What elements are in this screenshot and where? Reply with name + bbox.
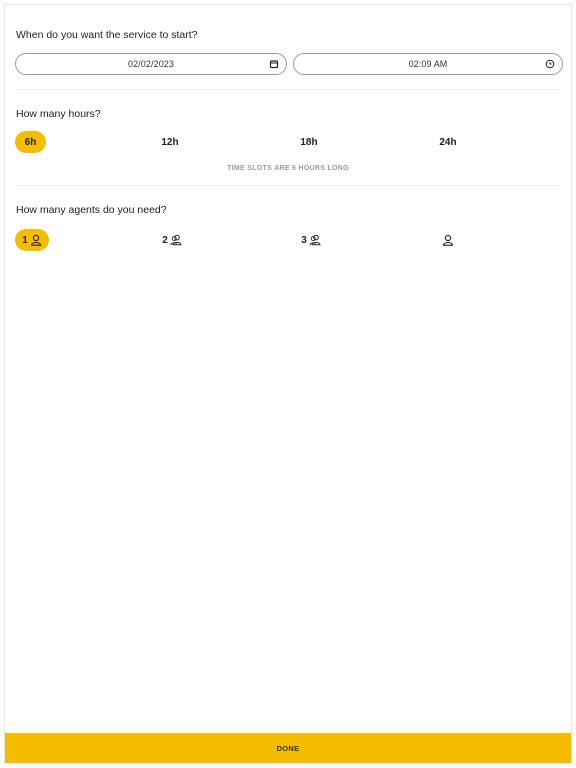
booking-panel: When do you want the service to start? 0… bbox=[4, 4, 572, 764]
time-field[interactable]: 02:09 AM bbox=[293, 53, 563, 75]
start-question: When do you want the service to start? bbox=[16, 29, 198, 41]
done-button[interactable]: DONE bbox=[5, 733, 571, 763]
time-value: 02:09 AM bbox=[408, 59, 448, 69]
agents-option-label: 2 bbox=[162, 234, 168, 246]
hours-option-24h[interactable]: 24h bbox=[428, 131, 468, 153]
people-icon bbox=[170, 234, 182, 246]
hours-option-18h[interactable]: 18h bbox=[289, 131, 329, 153]
agents-question: How many agents do you need? bbox=[16, 204, 167, 216]
agents-option-3[interactable]: 3 bbox=[294, 229, 328, 251]
person-outline-icon bbox=[442, 234, 454, 246]
hours-question: How many hours? bbox=[16, 108, 101, 120]
clock-icon[interactable] bbox=[545, 59, 555, 69]
people-icon bbox=[309, 234, 321, 246]
person-icon bbox=[30, 234, 41, 246]
date-field[interactable]: 02/02/2023 bbox=[15, 53, 287, 75]
agents-option-label: 1 bbox=[22, 234, 28, 246]
agents-option-1[interactable]: 1 bbox=[15, 229, 49, 251]
divider bbox=[15, 89, 561, 90]
time-slot-note: TIME SLOTS ARE 6 HOURS LONG bbox=[227, 165, 349, 172]
divider bbox=[15, 185, 561, 186]
hours-option-6h[interactable]: 6h bbox=[15, 131, 46, 153]
agents-option-2[interactable]: 2 bbox=[155, 229, 189, 251]
hours-option-12h[interactable]: 12h bbox=[150, 131, 190, 153]
date-value: 02/02/2023 bbox=[127, 59, 175, 69]
agents-option-custom[interactable] bbox=[435, 229, 459, 251]
calendar-icon[interactable] bbox=[269, 59, 279, 69]
agents-option-label: 3 bbox=[301, 234, 307, 246]
